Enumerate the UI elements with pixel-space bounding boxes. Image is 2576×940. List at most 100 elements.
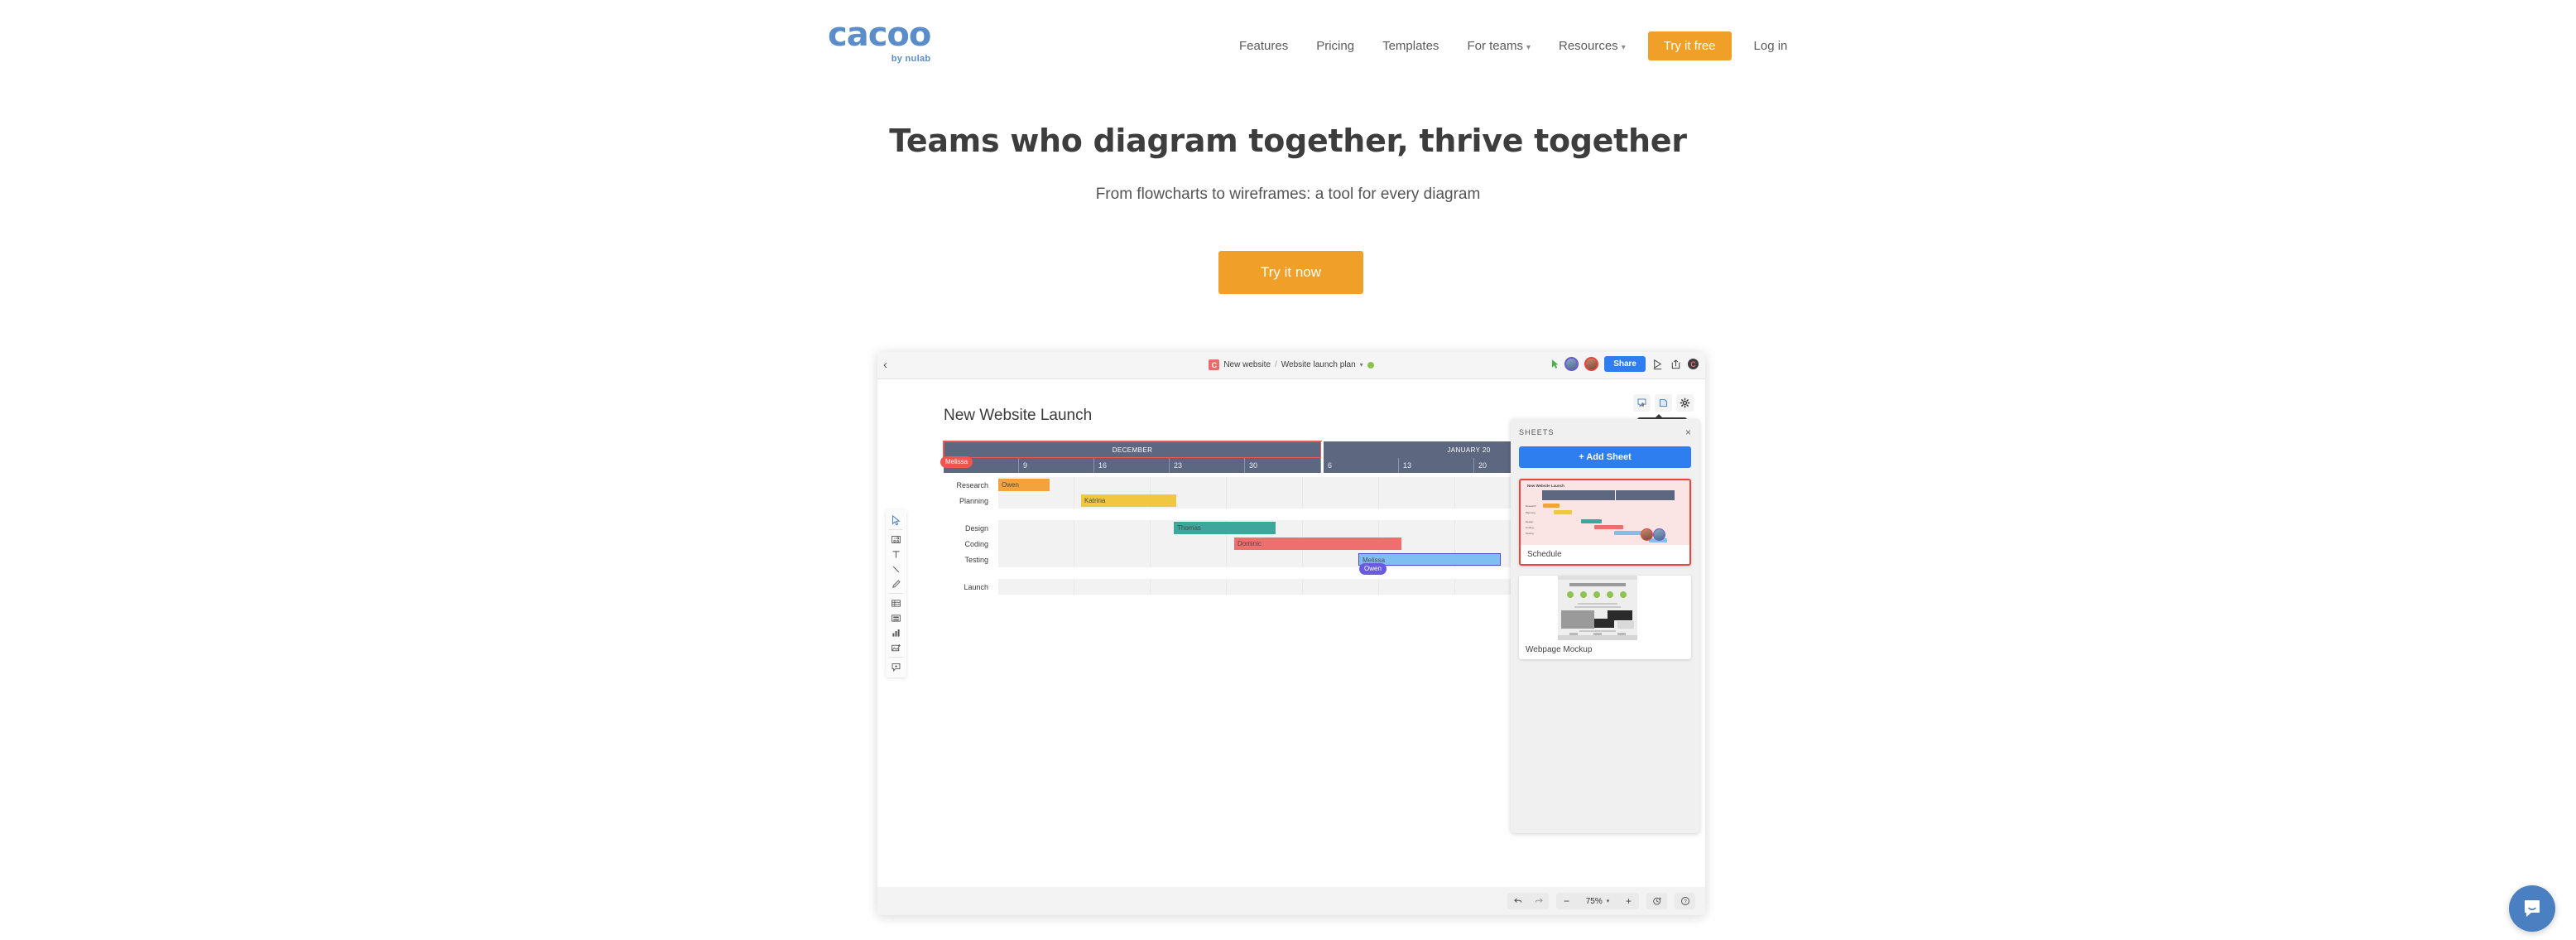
- undo-icon[interactable]: [1507, 893, 1528, 909]
- task-label: Design: [964, 523, 988, 533]
- try-it-free-button[interactable]: Try it free: [1647, 31, 1732, 60]
- chat-launcher-button[interactable]: [2509, 885, 2555, 932]
- task-label: Coding: [964, 539, 988, 548]
- chevron-down-icon: ▾: [1621, 43, 1626, 52]
- app-body: Comments: [877, 379, 1705, 915]
- app-screenshot-window: ‹ C New website / Website launch plan ▾ …: [877, 352, 1705, 915]
- nav-item-pricing[interactable]: Pricing: [1302, 39, 1368, 53]
- nav-item-for-teams[interactable]: For teams ▾: [1453, 39, 1545, 53]
- export-icon[interactable]: [1670, 358, 1682, 370]
- nav-label: For teams: [1467, 39, 1523, 53]
- chat-bubble-icon: [2525, 900, 2540, 917]
- thumb-label: Planning: [1526, 511, 1536, 514]
- chart-icon[interactable]: [886, 625, 906, 640]
- avatar[interactable]: [1584, 357, 1599, 371]
- share-button[interactable]: Share: [1604, 356, 1646, 372]
- gantt-bar-design[interactable]: Thomas: [1174, 522, 1276, 534]
- status-dot-icon: [1367, 361, 1374, 369]
- gantt-bar-research[interactable]: Owen: [998, 479, 1050, 491]
- sheets-header: SHEETS ×: [1519, 427, 1691, 437]
- zoom-in-button[interactable]: +: [1618, 893, 1639, 909]
- history-icon[interactable]: [1646, 893, 1667, 909]
- sticky-note-icon[interactable]: [886, 610, 906, 625]
- chevron-down-icon[interactable]: ▾: [1360, 361, 1363, 369]
- breadcrumb-project[interactable]: New website: [1223, 360, 1271, 369]
- sheets-panel: SHEETS × + Add Sheet New Website Launch …: [1511, 419, 1699, 833]
- hero-subtitle: From flowcharts to wireframes: a tool fo…: [1095, 186, 1481, 203]
- sheet-card-webpage-mockup[interactable]: Webpage Mockup: [1519, 576, 1691, 659]
- breadcrumb-separator: /: [1275, 360, 1277, 369]
- line-icon[interactable]: [886, 562, 906, 576]
- sheets-icon[interactable]: [1655, 394, 1672, 412]
- close-icon[interactable]: ×: [1685, 427, 1691, 437]
- nav-label: Templates: [1382, 39, 1439, 53]
- cursor-tag-melissa: Melissa: [940, 456, 973, 468]
- svg-text:?: ?: [1684, 899, 1687, 905]
- shapes-icon[interactable]: [886, 532, 906, 547]
- canvas[interactable]: Comments: [877, 379, 1705, 887]
- logo-subtitle: by nulab: [891, 54, 931, 64]
- gantt-bar-planning[interactable]: Katrina: [1081, 494, 1176, 507]
- settings-gear-icon[interactable]: [1676, 394, 1694, 412]
- sheet-name: Webpage Mockup: [1526, 645, 1593, 654]
- topbar-actions: Share C: [1551, 356, 1699, 372]
- avatar: [1653, 528, 1665, 541]
- week-tick: 9: [1019, 458, 1094, 473]
- comments-icon[interactable]: [1633, 394, 1651, 412]
- history-button-group: [1646, 893, 1667, 909]
- try-it-now-button[interactable]: Try it now: [1218, 251, 1363, 294]
- app-bottom-bar: − 75% ▾ + ?: [877, 887, 1705, 915]
- sheet-thumbnail: [1519, 576, 1691, 640]
- comment-icon[interactable]: [886, 659, 906, 674]
- nav-item-templates[interactable]: Templates: [1368, 39, 1453, 53]
- redo-icon[interactable]: [1528, 893, 1549, 909]
- breadcrumb-sheet[interactable]: Website launch plan: [1281, 360, 1356, 369]
- week-tick: 13: [1399, 458, 1474, 473]
- nav-label: Features: [1239, 39, 1289, 53]
- gantt-month-december[interactable]: DECEMBER: [943, 441, 1322, 459]
- divider: [889, 529, 903, 530]
- canvas-tool-cluster: [1633, 394, 1694, 412]
- avatar[interactable]: [1564, 357, 1579, 371]
- text-icon[interactable]: [886, 547, 906, 562]
- sheets-panel-title: SHEETS: [1519, 428, 1555, 436]
- task-label: Research: [956, 480, 988, 489]
- nav-item-features[interactable]: Features: [1225, 39, 1302, 53]
- history-controls: [1507, 893, 1549, 909]
- thumb-label: Research: [1526, 504, 1536, 508]
- login-link[interactable]: Log in: [1740, 39, 1802, 53]
- help-icon[interactable]: ?: [1675, 893, 1695, 909]
- task-label: Planning: [959, 496, 988, 505]
- add-sheet-button[interactable]: + Add Sheet: [1519, 446, 1691, 468]
- week-tick: 23: [1170, 458, 1245, 473]
- week-tick: 16: [1094, 458, 1170, 473]
- zoom-level-select[interactable]: 75% ▾: [1577, 893, 1618, 909]
- sheet-card-schedule[interactable]: New Website Launch Research Planning Des…: [1519, 479, 1691, 566]
- cacoo-app-icon[interactable]: C: [1688, 359, 1699, 369]
- cacoo-logo[interactable]: cacoo by nulab: [828, 18, 931, 64]
- gantt-bar-coding[interactable]: Dominic: [1234, 537, 1401, 550]
- cacoo-badge-icon: C: [1209, 359, 1220, 370]
- nav-item-resources[interactable]: Resources ▾: [1545, 39, 1640, 53]
- divider: [889, 657, 903, 658]
- help-button-group: ?: [1675, 893, 1695, 909]
- zoom-out-button[interactable]: −: [1556, 893, 1577, 909]
- thumb-label: Coding: [1526, 526, 1534, 529]
- main-nav: Features Pricing Templates For teams ▾ Re…: [1225, 31, 1801, 60]
- cursor-icon[interactable]: [886, 513, 906, 528]
- task-label: Testing: [964, 555, 988, 564]
- week-tick: 30: [1245, 458, 1321, 473]
- thumb-header: [1542, 490, 1675, 500]
- table-icon[interactable]: [886, 595, 906, 610]
- divider: [889, 593, 903, 594]
- site-header: cacoo by nulab Features Pricing Template…: [0, 0, 2576, 89]
- chevron-down-icon: ▾: [1606, 899, 1610, 904]
- sheet-thumbnail: New Website Launch Research Planning Des…: [1521, 480, 1689, 545]
- present-icon[interactable]: [1651, 358, 1664, 370]
- nav-label: Pricing: [1316, 39, 1355, 53]
- task-label: Launch: [964, 582, 988, 591]
- thumb-label: Design: [1526, 520, 1534, 523]
- image-icon[interactable]: [886, 640, 906, 655]
- pen-icon[interactable]: [886, 576, 906, 591]
- hero-title: Teams who diagram together, thrive toget…: [889, 123, 1687, 159]
